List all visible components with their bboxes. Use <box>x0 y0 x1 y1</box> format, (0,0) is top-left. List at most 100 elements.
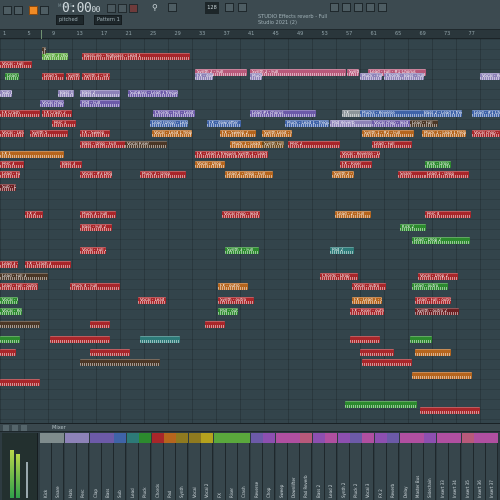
mixer-track-strip[interactable]: Vocal 2 <box>201 433 214 500</box>
playlist-clip[interactable]: Lead 1 - Drop <box>425 171 469 178</box>
playlist-clip[interactable]: Synth 1 - Ld 21 <box>66 73 80 80</box>
playlist-clip[interactable] <box>80 359 160 366</box>
playlist-clip[interactable]: Pluck 4 - Full <box>70 283 120 290</box>
playlist-clip[interactable]: Pluck - Full <box>250 73 262 80</box>
playlist-clip[interactable]: Kick - Drop <box>425 161 451 168</box>
playlist-clip[interactable]: Sub bass <box>0 90 12 97</box>
playlist-clip[interactable] <box>420 407 480 414</box>
playlist-clip[interactable]: Bass - Full - #2 <box>402 73 424 80</box>
playlist-clip[interactable]: FX - Riser <box>340 161 372 168</box>
playlist-clip[interactable]: Sub - Drop <box>0 184 16 191</box>
play-icon[interactable] <box>107 4 116 13</box>
playlist-clip[interactable]: Vocal - outro <box>352 283 386 290</box>
playlist-clip[interactable]: Pluck - Lead 1 - frequency <box>285 120 329 127</box>
playlist-clip[interactable] <box>205 321 225 328</box>
playlist-clip[interactable]: FX - Lead 1 - outro <box>352 297 382 304</box>
playlist-clip[interactable]: Lead - outro <box>412 283 448 290</box>
playlist-clip[interactable]: Synth Lead - Full - Lead 1 frequency <box>262 130 292 137</box>
playlist-clip[interactable]: Perc 4 <box>425 211 471 218</box>
playlist-clip[interactable]: Lead - Full 3 <box>0 273 48 280</box>
mixer-track-strip[interactable]: Chords <box>151 433 164 500</box>
playlist-clip[interactable]: Perc 1 <box>52 120 76 127</box>
playlist-clip[interactable] <box>0 336 20 343</box>
mixer-menu-icon[interactable] <box>3 425 9 431</box>
playlist-clip[interactable] <box>50 336 110 343</box>
playlist-clip[interactable] <box>0 321 40 328</box>
playlist-clip[interactable]: Vocal - Lead 1 frequency <box>152 130 192 137</box>
playlist-clip[interactable]: Perc 3 <box>0 161 24 168</box>
playlist-clip[interactable]: Vocal - Lead 1 frequency <box>0 130 24 137</box>
playlist-clip[interactable]: Lead - Full - outro <box>0 283 38 290</box>
pattern-mode-icon[interactable] <box>40 6 49 15</box>
playlist-clip[interactable]: Snare <box>398 171 428 178</box>
mixer-view-icon[interactable] <box>12 425 18 431</box>
record-mode-icon[interactable] <box>29 6 38 15</box>
playlist-clip[interactable] <box>90 349 130 356</box>
tempo-display[interactable]: 128 <box>205 2 219 14</box>
mixer-track-strip[interactable]: Pad Reverb <box>300 433 313 500</box>
playlist-clip[interactable]: Lead #1 chorus <box>250 110 316 117</box>
playlist-clip[interactable]: Lead - 2 - Full <box>335 211 371 218</box>
playlist-clip[interactable]: FX - outro <box>218 283 248 290</box>
playlist-clip[interactable]: Pluck 1 - Lead 1 frequency <box>422 130 466 137</box>
mixer-track-strip[interactable]: Vocal 3 <box>362 433 375 500</box>
mixer-track-strip[interactable]: Bass 2 <box>312 433 325 500</box>
mixer-track-strip[interactable]: Riser <box>226 433 238 500</box>
playlist-clip[interactable]: Pluck 2 - Drop <box>140 171 186 178</box>
playlist-clip[interactable]: Vocal - Full - outro <box>0 297 18 304</box>
playlist-clip[interactable]: Pad - outro <box>218 308 238 315</box>
playlist-clip[interactable]: FX - Crash 3 <box>25 261 71 268</box>
playlist-clip[interactable]: FX - downlifter <box>207 120 241 127</box>
playlist-clip[interactable]: FX - Lead 1 frequency <box>195 151 237 158</box>
mixer-track-strip[interactable]: FX <box>213 433 226 500</box>
mixer-track-strip[interactable]: FX 2 <box>374 433 387 500</box>
playlist-clip[interactable]: Lead 2 - Drop - Full <box>225 171 273 178</box>
playlist-clip[interactable]: Synth - outro 2 <box>415 308 459 315</box>
mixer-track-strip[interactable]: Perc <box>77 433 90 500</box>
mixer-track-strip[interactable]: Reverb <box>387 433 400 500</box>
menu-edit-icon[interactable] <box>14 6 23 15</box>
playlist-clip[interactable]: Synth 1 - Ld 21 <box>82 73 110 80</box>
playlist-clip[interactable] <box>412 372 472 379</box>
mixer-track-strip[interactable]: Snare <box>52 433 65 500</box>
playlist-clip[interactable] <box>362 359 412 366</box>
mixer-window-icon[interactable] <box>366 3 375 12</box>
playlist-clip[interactable]: FX <box>342 110 362 117</box>
mixer-track-strip[interactable]: Master Bus <box>412 433 424 500</box>
mixer-track-strip[interactable]: Insert 37 <box>486 433 499 500</box>
playlist-clip[interactable]: Vocal chop - lead 3 <box>472 130 500 137</box>
playlist-clip[interactable] <box>140 336 180 343</box>
playlist-clip[interactable]: Chords - Drop <box>320 273 358 280</box>
playlist-clip[interactable]: BassLine - highpass - Lead 1 <box>82 53 190 60</box>
record-icon[interactable] <box>129 4 138 13</box>
timeline-ruler[interactable]: 1 5 9 13 17 21 25 29 33 37 41 45 49 53 57 61 65 69 73 77 <box>0 30 500 39</box>
mixer-layout-icon[interactable] <box>21 425 27 431</box>
mode-select[interactable]: pitched <box>56 15 84 25</box>
mixer-track-strip[interactable]: Sidechain <box>424 433 437 500</box>
playlist-clip[interactable]: Bass 2 - Lead 1 frequency <box>422 110 462 117</box>
playlist-clip[interactable] <box>345 401 417 408</box>
snap-icon[interactable] <box>168 3 177 12</box>
playlist-clip[interactable]: Bass - Full 2 <box>80 224 112 231</box>
playlist-clip[interactable]: Vocal chop - lead <box>40 100 64 107</box>
master-strip[interactable] <box>2 433 38 500</box>
playlist-clip[interactable]: Chords - #1 <box>384 73 402 80</box>
browser-icon[interactable] <box>378 3 387 12</box>
mixer-track-strip[interactable]: Insert 34 <box>449 433 462 500</box>
playlist-clip[interactable]: Synth 3 chops <box>42 53 68 60</box>
piano-roll-icon[interactable] <box>342 3 351 12</box>
playlist-clip[interactable]: Bass 1 <box>58 90 74 97</box>
search-icon[interactable]: ⚲ <box>152 3 161 12</box>
mixer-track-strip[interactable]: Synth <box>176 433 189 500</box>
stop-icon[interactable] <box>118 4 127 13</box>
playlist-clip[interactable]: Lead - #1 Chorus - Full <box>472 110 500 117</box>
playlist-clip[interactable]: Synth 2 - Full <box>250 69 346 76</box>
playlist-clip[interactable]: Vocal - #3 Drop <box>80 171 112 178</box>
playlist-clip[interactable]: Lead - Full - Drop <box>0 171 20 178</box>
playlist-clip[interactable]: Lead - Full <box>372 141 412 148</box>
playlist-arrangement[interactable]: Synth 1Vocal - FullSynth 3 chopsRiserBas… <box>0 39 500 423</box>
playlist-clip[interactable] <box>415 349 451 356</box>
playlist-clip[interactable]: Pad Reverb <box>330 120 372 127</box>
playlist-clip[interactable]: Pad 2 <box>330 247 354 254</box>
playlist-clip[interactable]: Plucks - Reverse <box>360 110 422 117</box>
